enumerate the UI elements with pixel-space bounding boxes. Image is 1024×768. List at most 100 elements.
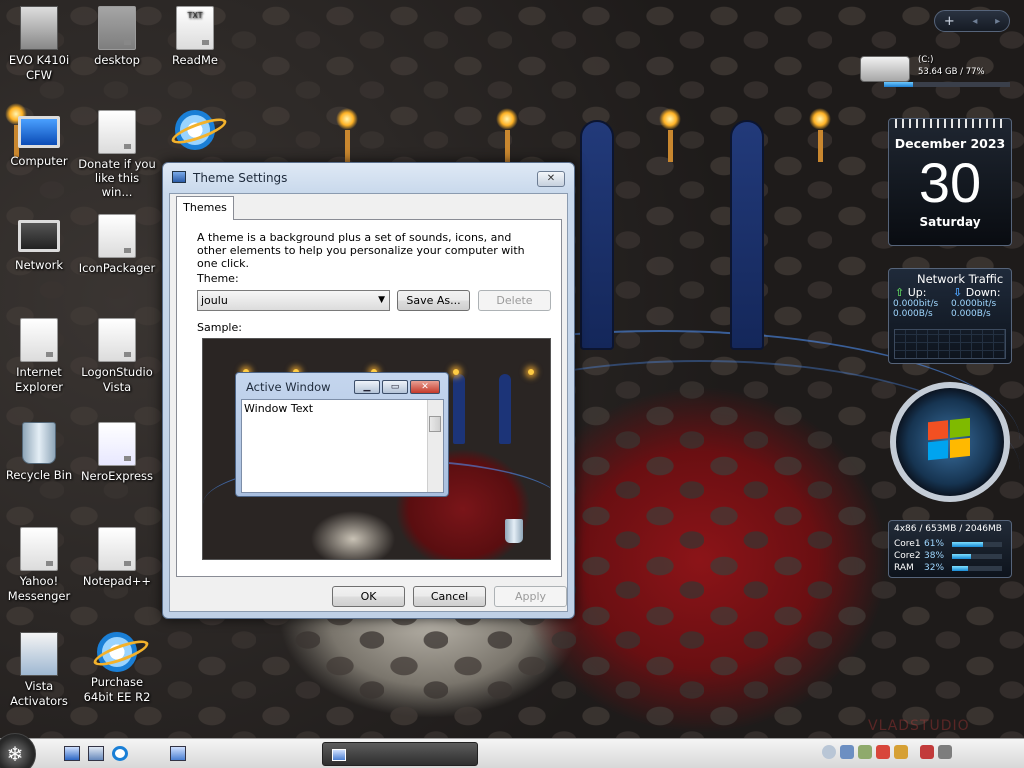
gear-icon[interactable]	[822, 745, 836, 759]
desktop-icon-label: NeroExpress	[80, 469, 154, 483]
theme-settings-icon[interactable]	[170, 746, 186, 761]
next-gadget-page-button[interactable]: ▸	[995, 16, 1000, 27]
meter-name: Core2	[894, 551, 921, 561]
drive-name: (C:)	[918, 55, 934, 65]
volume-icon[interactable]	[938, 745, 952, 759]
ie-icon[interactable]	[112, 746, 128, 761]
theme-description: A theme is a background plus a set of so…	[197, 231, 525, 270]
gadget-toolbar: + ◂ ▸	[934, 10, 1010, 32]
calendar-gadget[interactable]: December 2023 30 Saturday	[888, 118, 1012, 246]
desktop-icon-evo-k410i-cfw[interactable]: EVO K410i CFW	[0, 6, 78, 83]
down-arrow-icon: ⇩	[953, 286, 963, 299]
calendar-day: 30	[918, 151, 982, 214]
start-button[interactable]: ❄	[0, 733, 36, 768]
theme-label: Theme:	[197, 272, 239, 285]
windows-clock-gadget[interactable]	[890, 382, 1010, 502]
file-icon	[98, 214, 136, 258]
theme-select[interactable]: joulu ▼	[197, 290, 390, 311]
switch-windows-icon[interactable]	[88, 746, 104, 761]
desktop-icon-network[interactable]: Network	[0, 214, 78, 273]
wallpaper-candle	[659, 108, 681, 162]
preview-window-arch	[453, 374, 465, 444]
file-type-badge: TXT	[187, 11, 203, 20]
save-as-button[interactable]: Save As...	[397, 290, 470, 311]
network-icon[interactable]	[920, 745, 934, 759]
previous-gadget-page-button[interactable]: ◂	[972, 16, 977, 27]
desktop-icon-neroexpress[interactable]: NeroExpress	[78, 422, 156, 484]
desktop-icon-notepad-plus-plus[interactable]: Notepad++	[78, 527, 156, 589]
meter-fill	[952, 553, 971, 559]
meter-bar	[952, 553, 1002, 559]
wallpaper-watermark: VLADSTUDIO	[868, 718, 970, 734]
preview-window-text: Window Text	[244, 402, 314, 415]
file-icon	[98, 110, 136, 154]
add-gadget-button[interactable]: +	[944, 14, 955, 29]
minimize-icon: ▁	[354, 380, 380, 394]
theme-preview: Active Window ▁ ▭ ✕ Window Text	[202, 338, 551, 560]
meter-percent: 61%	[924, 539, 945, 549]
file-icon	[20, 318, 58, 362]
network-traffic-gadget[interactable]: Network Traffic ⇧ Up: ⇩ Down: 0.000bit/s…	[888, 268, 1012, 364]
desktop-icon-vista-activators[interactable]: Vista Activators	[0, 632, 78, 709]
dialog-titlebar[interactable]: Theme Settings ✕	[163, 163, 574, 193]
drive-meter-gadget[interactable]: (C:) 53.64 GB / 77%	[860, 54, 1012, 90]
desktop-icon-iconpackager[interactable]: IconPackager	[78, 214, 156, 276]
desktop-icon-label: Recycle Bin	[5, 468, 73, 482]
wallpaper-window	[730, 120, 764, 350]
cpu-row: Core1 61%	[894, 538, 1006, 550]
cancel-button[interactable]: Cancel	[413, 586, 486, 607]
download-bits: 0.000bit/s	[951, 299, 997, 309]
upload-bits: 0.000bit/s	[893, 299, 939, 309]
desktop-icon-internet-explorer[interactable]: Internet Explorer	[0, 318, 78, 395]
meter-name: Core1	[894, 539, 921, 549]
security-icon[interactable]	[876, 745, 890, 759]
desktop-icon-purchase-64bit[interactable]: Purchase 64bit EE R2	[78, 632, 156, 705]
tray-icon[interactable]	[858, 745, 872, 759]
download-bytes: 0.000B/s	[951, 309, 991, 319]
ram-row: RAM 32%	[894, 562, 1006, 574]
desktop-icon-desktop[interactable]: desktop	[78, 6, 156, 68]
desktop-icon-label: Purchase 64bit EE R2	[83, 675, 151, 704]
desktop-icon-logonstudio-vista[interactable]: LogonStudio Vista	[78, 318, 156, 395]
preview-active-window: Active Window ▁ ▭ ✕ Window Text	[235, 372, 449, 497]
recycle-bin-icon	[505, 519, 523, 543]
calendar-weekday: Saturday	[919, 215, 981, 229]
themes-tab-panel: A theme is a background plus a set of so…	[176, 219, 562, 577]
internet-explorer-icon	[97, 632, 137, 672]
meter-bar	[952, 541, 1002, 547]
wallpaper-candle	[336, 108, 358, 162]
ok-button[interactable]: OK	[332, 586, 405, 607]
drive-usage-bar	[884, 82, 1010, 87]
delete-button[interactable]: Delete	[478, 290, 551, 311]
tools-icon[interactable]	[894, 745, 908, 759]
calendar-month: December 2023	[894, 136, 1006, 151]
file-icon	[98, 318, 136, 362]
network-icon[interactable]	[840, 745, 854, 759]
meter-name: RAM	[894, 563, 914, 573]
desktop-icon-label: LogonStudio Vista	[81, 365, 153, 394]
system-monitor-gadget[interactable]: 4x86 / 653MB / 2046MB Core1 61% Core2 38…	[888, 520, 1012, 578]
desktop-icon-yahoo-messenger[interactable]: Yahoo! Messenger	[0, 527, 78, 604]
close-button[interactable]: ✕	[537, 171, 565, 187]
taskbar-button-theme-settings[interactable]	[322, 742, 478, 766]
show-desktop-icon[interactable]	[64, 746, 80, 761]
dialog-client-area: Themes A theme is a background plus a se…	[169, 193, 568, 612]
meter-bar	[952, 565, 1002, 571]
desktop-icon-label: Notepad++	[82, 574, 152, 588]
desktop-icon-readme[interactable]: TXT ReadMe	[156, 6, 234, 68]
tab-themes[interactable]: Themes	[176, 196, 234, 220]
meter-fill	[952, 541, 983, 547]
apply-button[interactable]: Apply	[494, 586, 567, 607]
desktop-icon-recycle-bin[interactable]: Recycle Bin	[0, 422, 78, 483]
meter-fill	[952, 565, 968, 571]
file-icon	[20, 527, 58, 571]
desktop-icon-donate[interactable]: Donate if you like this win...	[78, 110, 156, 199]
desktop-icon-ie-shortcut[interactable]	[156, 110, 234, 153]
file-icon	[98, 6, 136, 50]
desktop-icon-computer[interactable]: Computer	[0, 110, 78, 169]
desktop-icon-label: Vista Activators	[10, 679, 68, 708]
drive-usage-text: 53.64 GB / 77%	[918, 67, 985, 77]
folder-icon	[20, 632, 58, 676]
theme-settings-icon	[172, 171, 186, 183]
recycle-bin-icon	[22, 422, 56, 464]
